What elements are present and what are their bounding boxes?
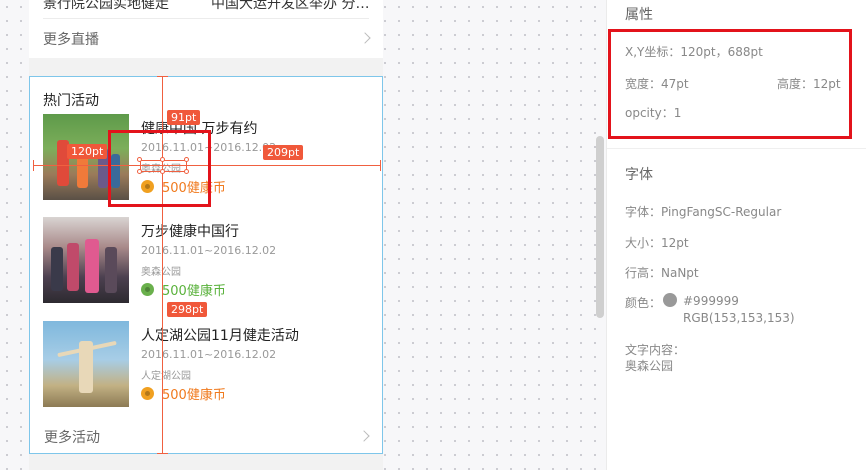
measure-label-left: 120pt: [67, 144, 108, 159]
measure-label-top: 91pt: [167, 110, 201, 125]
live-card: 景行院公园实地健走 中国大运开发区举办 分… 更多直播: [29, 0, 383, 58]
list-item[interactable]: 万步健康中国行 2016.11.01~2016.12.02 奥森公园 500健康…: [43, 217, 373, 305]
highlight-box: [108, 130, 211, 207]
measure-label-right: 209pt: [263, 145, 304, 160]
properties-panel: 属性 X,Y坐标：120pt，688pt 宽度：47pt 高度：12pt opc…: [606, 0, 866, 470]
font-section-title: 字体: [625, 167, 653, 183]
line-height-value: 行高：NaNpt: [625, 266, 699, 280]
activity-thumbnail: [43, 321, 129, 407]
measure-tick-top: [157, 76, 168, 77]
measure-tick-right: [380, 160, 381, 171]
activity-thumbnail: [43, 217, 129, 303]
chevron-right-icon: [358, 430, 370, 442]
divider: [607, 148, 866, 149]
chevron-right-icon: [359, 32, 371, 44]
measure-label-bottom: 298pt: [167, 302, 208, 317]
font-family-value: 字体：PingFangSC-Regular: [625, 205, 782, 219]
color-hex-value: #999999: [683, 294, 739, 308]
list-item[interactable]: 人定湖公园11月健走活动 2016.11.01~2016.12.02 人定湖公园…: [43, 321, 373, 409]
activity-place: 人定湖公园: [141, 371, 191, 382]
divider: [43, 18, 369, 19]
coin-icon: [141, 387, 154, 400]
activity-title: 万步健康中国行: [141, 224, 239, 240]
phone-canvas: 景行院公园实地健走 中国大运开发区举办 分… 更多直播 热门活动 健康中国 万步…: [29, 0, 383, 470]
text-content-label: 文字内容：: [625, 343, 686, 357]
color-label: 颜色：: [625, 296, 662, 310]
section-title: 热门活动: [43, 93, 99, 109]
previous-item-title: 景行院公园实地健走: [43, 0, 169, 12]
activity-reward: 500健康币: [162, 388, 226, 403]
more-live-link[interactable]: 更多直播: [43, 29, 99, 49]
previous-item-right: 中国大运开发区举办 分…: [211, 0, 370, 12]
color-swatch-icon: [663, 293, 677, 307]
highlight-box: [608, 29, 852, 139]
activity-reward: 500健康币: [162, 284, 226, 299]
scrollbar[interactable]: [596, 136, 604, 318]
activity-title: 人定湖公园11月健走活动: [141, 328, 299, 344]
more-activities-link[interactable]: 更多活动: [44, 427, 100, 447]
measure-tick-bottom: [157, 453, 168, 454]
properties-title: 属性: [625, 7, 653, 23]
color-rgb-value: RGB(153,153,153): [683, 311, 795, 325]
font-size-value: 大小：12pt: [625, 236, 689, 250]
text-content-value: 奥森公园: [625, 359, 674, 373]
coin-icon: [141, 283, 154, 296]
activity-place: 奥森公园: [141, 267, 181, 278]
measure-tick-left: [33, 160, 34, 171]
